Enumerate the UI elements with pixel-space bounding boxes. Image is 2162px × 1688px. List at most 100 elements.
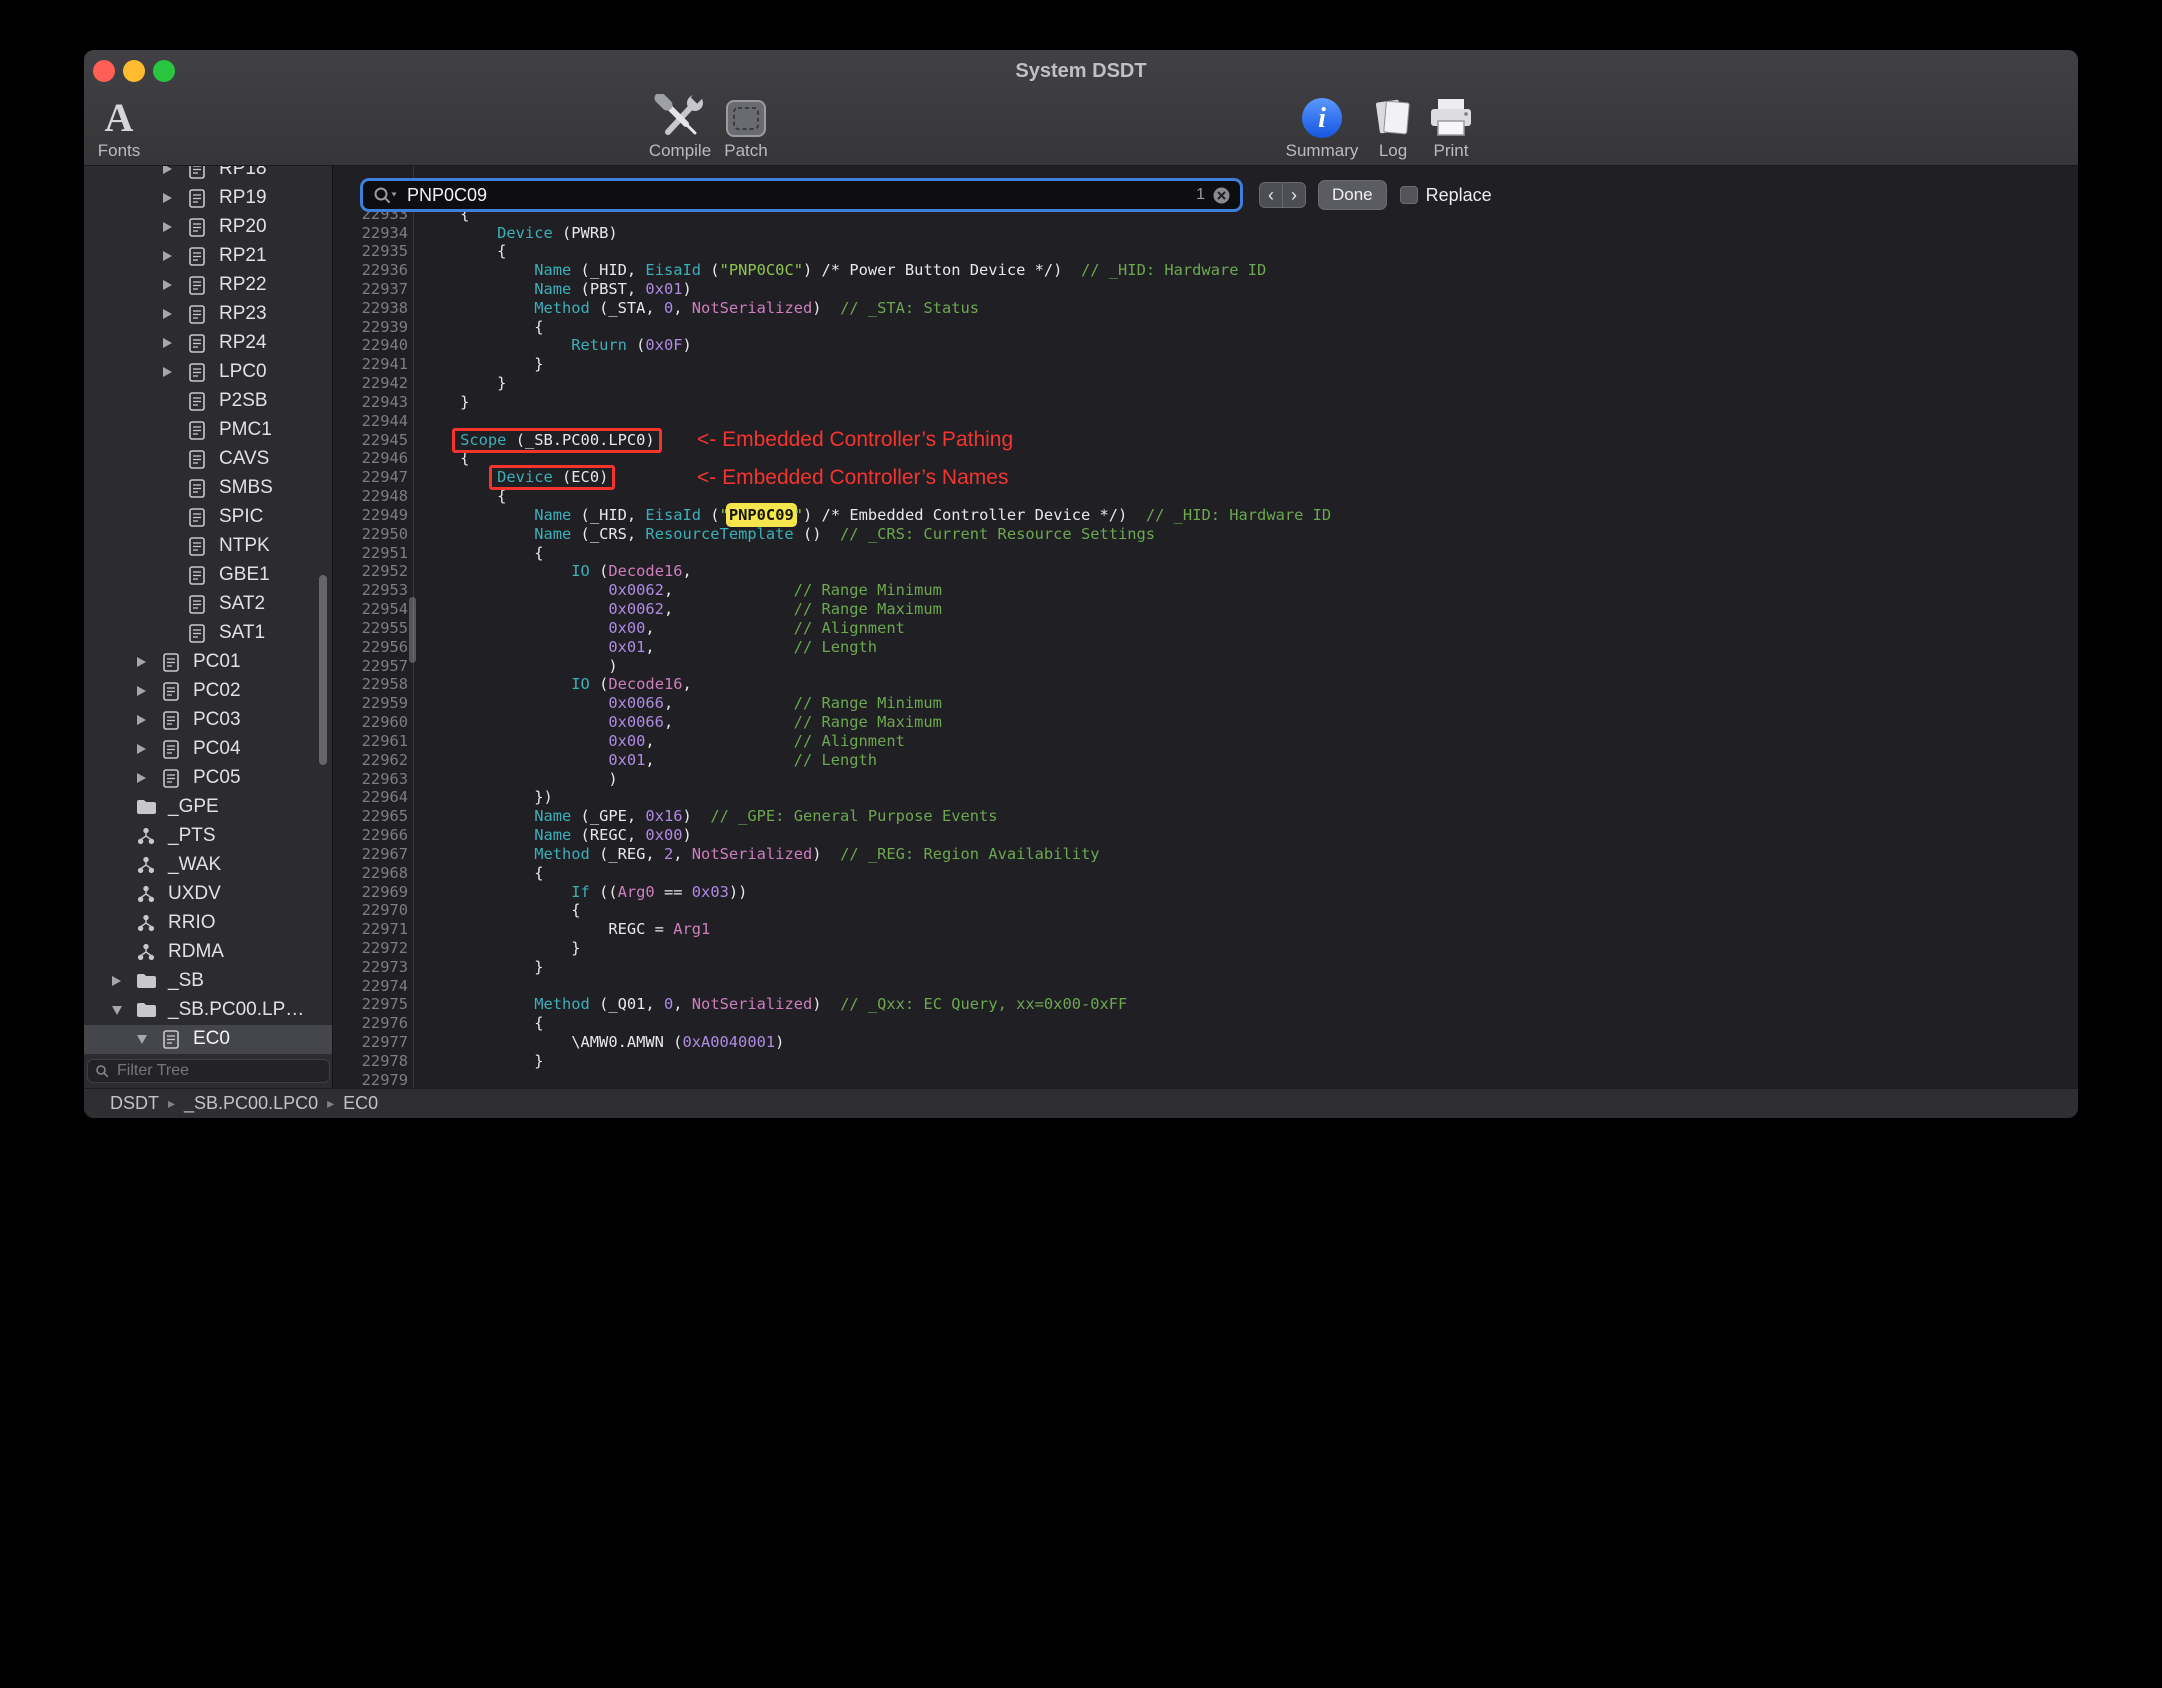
sidebar-item-RP23[interactable]: RP23 [84, 300, 332, 329]
code-line-22937[interactable]: 22937 Name (PBST, 0x01) [333, 280, 2078, 299]
done-button[interactable]: Done [1318, 180, 1387, 210]
sidebar-item-P2SB[interactable]: P2SB [84, 387, 332, 416]
disclosure-triangle-icon[interactable] [137, 706, 160, 735]
code-line-22977[interactable]: 22977 \AMW0.AMWN (0xA0040001) [333, 1033, 2078, 1052]
code-line-22952[interactable]: 22952 IO (Decode16, [333, 562, 2078, 581]
patch-button[interactable]: Patch [711, 95, 781, 161]
filter-tree-field[interactable] [87, 1059, 330, 1083]
code-line-22976[interactable]: 22976 { [333, 1014, 2078, 1033]
code-line-22940[interactable]: 22940 Return (0x0F) [333, 336, 2078, 355]
sidebar-item-PC03[interactable]: PC03 [84, 706, 332, 735]
sidebar-item-SPIC[interactable]: SPIC [84, 503, 332, 532]
code-line-22972[interactable]: 22972 } [333, 939, 2078, 958]
sidebar-item-NTPK[interactable]: NTPK [84, 532, 332, 561]
disclosure-triangle-icon[interactable] [137, 735, 160, 764]
code-line-22942[interactable]: 22942 } [333, 374, 2078, 393]
sidebar-item-_GPE[interactable]: _GPE [84, 793, 332, 822]
editor-scrollbar-thumb[interactable] [409, 597, 416, 663]
sidebar-item-RRIO[interactable]: RRIO [84, 909, 332, 938]
code-line-22962[interactable]: 22962 0x01, // Length [333, 751, 2078, 770]
code-line-22970[interactable]: 22970 { [333, 901, 2078, 920]
code-line-22973[interactable]: 22973 } [333, 958, 2078, 977]
print-button[interactable]: Print [1416, 95, 1486, 161]
code-line-22979[interactable]: 22979 [333, 1071, 2078, 1088]
search-input[interactable] [405, 183, 1197, 207]
disclosure-triangle-icon[interactable] [163, 166, 186, 184]
code-line-22958[interactable]: 22958 IO (Decode16, [333, 675, 2078, 694]
search-magnifier-icon[interactable] [372, 185, 398, 205]
find-previous-button[interactable]: ‹ [1259, 182, 1283, 208]
disclosure-triangle-icon[interactable] [163, 242, 186, 271]
code-line-22954[interactable]: 22954 0x0062, // Range Maximum [333, 600, 2078, 619]
sidebar-item-UXDV[interactable]: UXDV [84, 880, 332, 909]
code-line-22964[interactable]: 22964 }) [333, 788, 2078, 807]
code-line-22950[interactable]: 22950 Name (_CRS, ResourceTemplate () //… [333, 525, 2078, 544]
disclosure-triangle-icon[interactable] [163, 184, 186, 213]
code-line-22953[interactable]: 22953 0x0062, // Range Minimum [333, 581, 2078, 600]
code-line-22969[interactable]: 22969 If ((Arg0 == 0x03)) [333, 883, 2078, 902]
sidebar-item-RDMA[interactable]: RDMA [84, 938, 332, 967]
sidebar-item-SMBS[interactable]: SMBS [84, 474, 332, 503]
code-line-22935[interactable]: 22935 { [333, 242, 2078, 261]
sidebar-item-RP24[interactable]: RP24 [84, 329, 332, 358]
code-line-22968[interactable]: 22968 { [333, 864, 2078, 883]
sidebar-item-_PTS[interactable]: _PTS [84, 822, 332, 851]
sidebar-item-GBE1[interactable]: GBE1 [84, 561, 332, 590]
code-line-22943[interactable]: 22943 } [333, 393, 2078, 412]
disclosure-triangle-icon[interactable] [112, 996, 135, 1025]
code-line-22974[interactable]: 22974 [333, 977, 2078, 996]
code-line-22960[interactable]: 22960 0x0066, // Range Maximum [333, 713, 2078, 732]
sidebar-item-RP19[interactable]: RP19 [84, 184, 332, 213]
disclosure-triangle-icon[interactable] [137, 764, 160, 793]
sidebar-item-PC04[interactable]: PC04 [84, 735, 332, 764]
summary-button[interactable]: i Summary [1286, 95, 1358, 161]
find-next-button[interactable]: › [1282, 182, 1306, 208]
clear-search-button[interactable] [1212, 186, 1231, 205]
sidebar-item-EC0[interactable]: EC0 [84, 1024, 332, 1054]
code-line-22934[interactable]: 22934 Device (PWRB) [333, 224, 2078, 243]
code-line-22966[interactable]: 22966 Name (REGC, 0x00) [333, 826, 2078, 845]
sidebar-item-PC05[interactable]: PC05 [84, 764, 332, 793]
search-field[interactable]: 1 [360, 178, 1243, 212]
code-line-22971[interactable]: 22971 REGC = Arg1 [333, 920, 2078, 939]
code-line-22949[interactable]: 22949 Name (_HID, EisaId ("PNP0C09") /* … [333, 505, 2078, 525]
code-line-22975[interactable]: 22975 Method (_Q01, 0, NotSerialized) //… [333, 995, 2078, 1014]
sidebar-item-RP22[interactable]: RP22 [84, 271, 332, 300]
sidebar-item-CAVS[interactable]: CAVS [84, 445, 332, 474]
code-line-22955[interactable]: 22955 0x00, // Alignment [333, 619, 2078, 638]
code-line-22965[interactable]: 22965 Name (_GPE, 0x16) // _GPE: General… [333, 807, 2078, 826]
disclosure-triangle-icon[interactable] [163, 213, 186, 242]
disclosure-triangle-icon[interactable] [163, 271, 186, 300]
sidebar-scrollbar-thumb[interactable] [319, 575, 327, 765]
code-line-22941[interactable]: 22941 } [333, 355, 2078, 374]
filter-tree-input[interactable] [115, 1061, 322, 1081]
fonts-button[interactable]: A Fonts [84, 95, 154, 161]
sidebar-item-SAT1[interactable]: SAT1 [84, 619, 332, 648]
code-line-22959[interactable]: 22959 0x0066, // Range Minimum [333, 694, 2078, 713]
code-line-22939[interactable]: 22939 { [333, 318, 2078, 337]
code-line-22936[interactable]: 22936 Name (_HID, EisaId ("PNP0C0C") /* … [333, 261, 2078, 280]
sidebar-item-_SB[interactable]: _SB [84, 967, 332, 996]
sidebar-item-PC01[interactable]: PC01 [84, 648, 332, 677]
disclosure-triangle-icon[interactable] [137, 677, 160, 706]
disclosure-triangle-icon[interactable] [137, 648, 160, 677]
sidebar-item-_WAK[interactable]: _WAK [84, 851, 332, 880]
code-line-22956[interactable]: 22956 0x01, // Length [333, 638, 2078, 657]
disclosure-triangle-icon[interactable] [112, 967, 135, 996]
code-line-22967[interactable]: 22967 Method (_REG, 2, NotSerialized) //… [333, 845, 2078, 864]
disclosure-triangle-icon[interactable] [163, 329, 186, 358]
sidebar-item-RP21[interactable]: RP21 [84, 242, 332, 271]
replace-checkbox[interactable] [1399, 186, 1418, 204]
sidebar-item-PMC1[interactable]: PMC1 [84, 416, 332, 445]
sidebar-item-SAT2[interactable]: SAT2 [84, 590, 332, 619]
disclosure-triangle-icon[interactable] [163, 300, 186, 329]
sidebar-item-RP18[interactable]: RP18 [84, 166, 332, 184]
sidebar-item-LPC0[interactable]: LPC0 [84, 358, 332, 387]
compile-button[interactable]: Compile [645, 94, 715, 161]
sidebar-item-_SB.PC00.LP…[interactable]: _SB.PC00.LP… [84, 996, 332, 1025]
code-line-22961[interactable]: 22961 0x00, // Alignment [333, 732, 2078, 751]
disclosure-triangle-icon[interactable] [163, 358, 186, 387]
code-line-22957[interactable]: 22957 ) [333, 657, 2078, 676]
sidebar-item-PC02[interactable]: PC02 [84, 677, 332, 706]
code-line-22951[interactable]: 22951 { [333, 544, 2078, 563]
